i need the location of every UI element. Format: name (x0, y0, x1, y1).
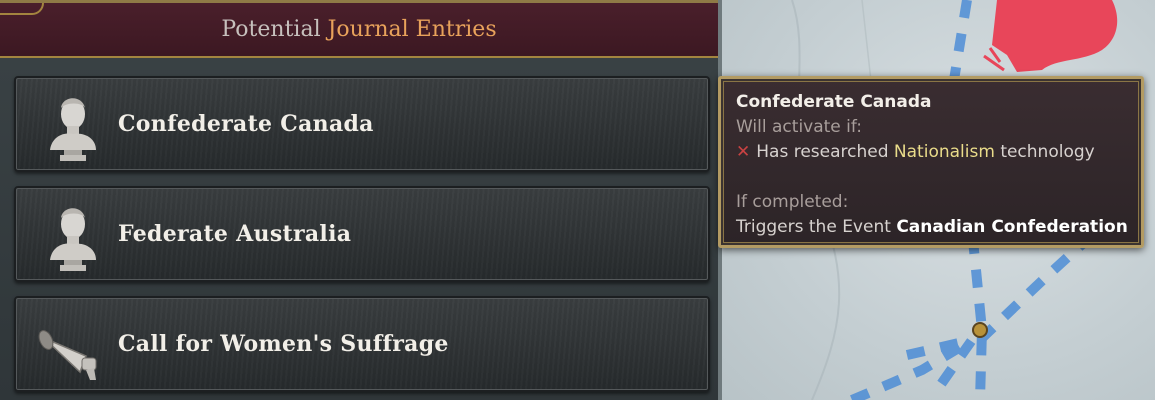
effect-event-name[interactable]: Canadian Confederation (896, 217, 1127, 237)
bust-statue-icon (36, 198, 106, 274)
tooltip-title: Confederate Canada (736, 92, 932, 112)
effect-prefix: Triggers the Event (736, 217, 891, 237)
cross-icon: ✕ (736, 142, 751, 162)
journal-entry-label: Confederate Canada (118, 111, 374, 137)
journal-entry-label: Call for Women's Suffrage (118, 331, 449, 357)
journal-panel: Potential Journal Entries Confederate Ca… (0, 0, 722, 400)
journal-entry-federate-australia[interactable]: Federate Australia (14, 186, 710, 282)
tooltip-completion-heading: If completed: (736, 192, 849, 212)
header-title-highlight: Journal Entries (327, 17, 497, 42)
journal-entry-label: Federate Australia (118, 221, 352, 247)
tooltip-requirement: ✕ Has researched Nationalism technology (736, 142, 1095, 162)
requirement-prefix: Has researched (756, 142, 889, 162)
journal-entry-womens-suffrage[interactable]: Call for Women's Suffrage (14, 296, 710, 392)
requirement-technology-link[interactable]: Nationalism (894, 142, 995, 162)
map-territory (992, 0, 1118, 72)
tooltip-effect: Triggers the Event Canadian Confederatio… (736, 217, 1128, 237)
bust-statue-icon (36, 88, 106, 164)
panel-header: Potential Journal Entries (0, 0, 718, 58)
header-ornament (0, 3, 44, 15)
city-marker[interactable] (972, 322, 988, 338)
tooltip-condition-heading: Will activate if: (736, 117, 862, 137)
requirement-suffix: technology (1000, 142, 1095, 162)
header-title-prefix: Potential (221, 17, 321, 42)
journal-entry-confederate-canada[interactable]: Confederate Canada (14, 76, 710, 172)
megaphone-icon (36, 308, 106, 384)
journal-entry-tooltip: Confederate Canada Will activate if: ✕ Ha… (718, 76, 1144, 248)
